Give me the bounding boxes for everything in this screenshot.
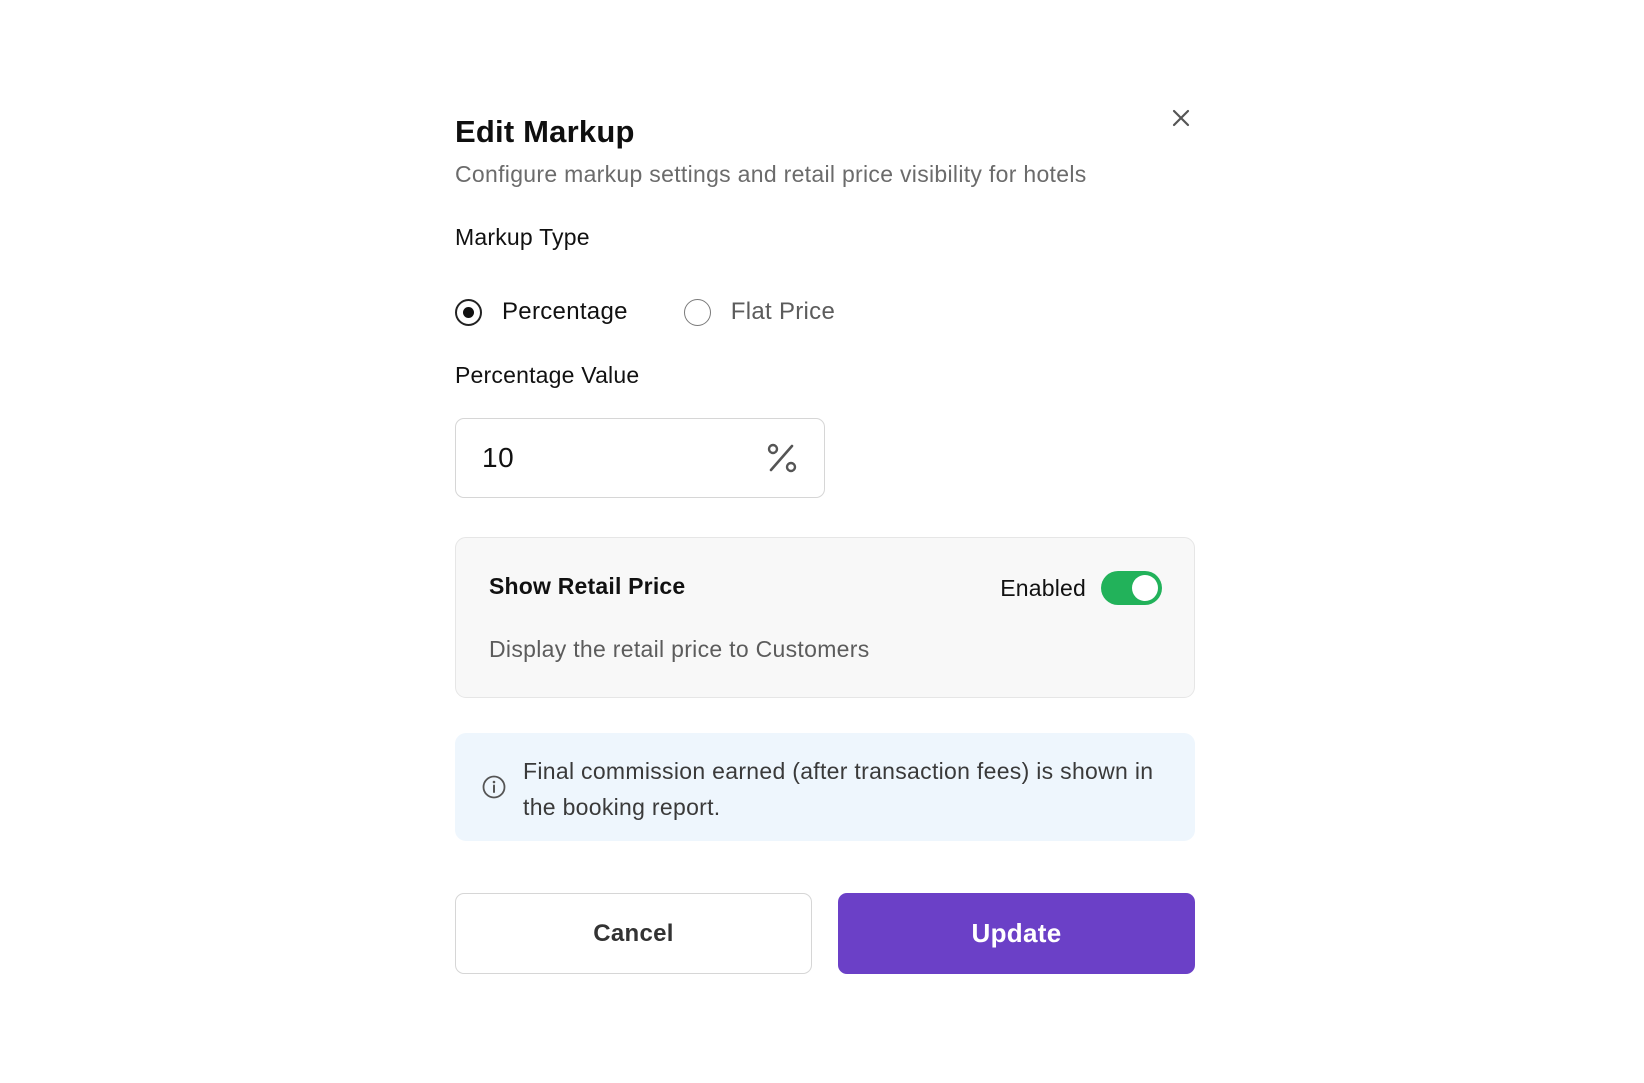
- markup-type-label: Markup Type: [455, 224, 590, 250]
- radio-percentage-circle[interactable]: [455, 298, 482, 326]
- percentage-value-text[interactable]: 10: [482, 442, 766, 474]
- radio-flat-price[interactable]: Flat Price: [683, 298, 836, 326]
- dialog-title: Edit Markup: [455, 114, 635, 149]
- retail-price-toggle[interactable]: [1101, 571, 1162, 605]
- toggle-status-label: Enabled: [1000, 574, 1086, 601]
- close-button[interactable]: [1168, 105, 1194, 131]
- toggle-knob: [1132, 575, 1158, 601]
- retail-price-description: Display the retail price to Customers: [489, 636, 870, 662]
- radio-flat-price-label: Flat Price: [730, 298, 836, 325]
- percentage-value-label: Percentage Value: [455, 362, 640, 388]
- radio-percentage[interactable]: Percentage: [455, 298, 628, 326]
- close-icon: [1172, 109, 1190, 127]
- percentage-value-input[interactable]: 10: [455, 418, 825, 498]
- info-text: Final commission earned (after transacti…: [523, 758, 1154, 820]
- markup-type-radio-group: Percentage Flat Price: [455, 298, 835, 326]
- radio-flat-price-circle[interactable]: [683, 298, 711, 326]
- info-icon: [482, 775, 506, 799]
- update-button[interactable]: Update: [838, 893, 1195, 974]
- percent-icon: [767, 443, 797, 473]
- radio-selected-dot: [463, 306, 474, 318]
- show-retail-price-card: Show Retail Price Enabled Display the re…: [455, 537, 1195, 698]
- retail-price-title: Show Retail Price: [489, 573, 686, 599]
- info-banner: Final commission earned (after transacti…: [455, 733, 1195, 841]
- cancel-button[interactable]: Cancel: [455, 893, 812, 974]
- radio-percentage-label: Percentage: [502, 298, 628, 325]
- dialog-subtitle: Configure markup settings and retail pri…: [455, 161, 1087, 187]
- retail-price-toggle-group: Enabled: [1000, 571, 1162, 605]
